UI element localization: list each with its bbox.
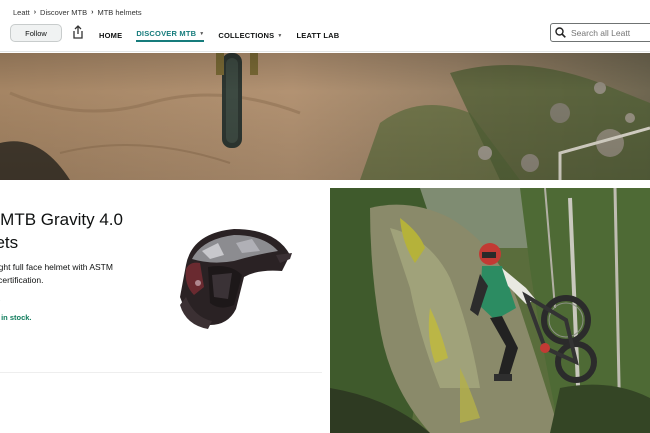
caret-down-icon: ▼ — [199, 30, 205, 37]
search-input[interactable] — [571, 27, 650, 38]
nav-discover-mtb[interactable]: DISCOVER MTB ▼ — [136, 29, 205, 42]
lower-content-card — [0, 373, 322, 433]
product-description-line-2: ll certification. — [0, 274, 44, 285]
breadcrumb-item-discover-mtb[interactable]: Discover MTB — [40, 8, 87, 17]
helmet-product-image[interactable] — [172, 225, 296, 335]
breadcrumb-item-leatt[interactable]: Leatt — [13, 8, 30, 17]
follow-button[interactable]: Follow — [10, 24, 62, 42]
breadcrumb: Leatt › Discover MTB › MTB helmets — [13, 8, 142, 17]
product-description: eight full face helmet with ASTM ll cert… — [0, 261, 142, 286]
chevron-right-icon: › — [33, 9, 37, 16]
share-icon[interactable] — [71, 24, 85, 40]
chevron-right-icon: › — [91, 9, 94, 16]
nav-leatt-lab[interactable]: LEATT LAB — [296, 29, 339, 42]
caret-down-icon: ▼ — [277, 32, 283, 39]
product-title[interactable]: tt MTB Gravity 4.0 nets — [0, 208, 156, 254]
nav-discover-mtb-label: DISCOVER MTB — [136, 29, 197, 38]
nav-home[interactable]: HOME — [99, 29, 122, 42]
product-description-line-1: eight full face helmet with ASTM — [0, 262, 113, 272]
nav-home-label: HOME — [99, 31, 123, 40]
nav-collections-label: COLLECTIONS — [218, 31, 275, 40]
search-box[interactable] — [550, 23, 650, 42]
product-title-line-1: tt MTB Gravity 4.0 — [0, 210, 123, 229]
breadcrumb-item-mtb-helmets[interactable]: MTB helmets — [97, 8, 141, 17]
nav-leatt-lab-label: LEATT LAB — [296, 31, 340, 40]
product-title-line-2: nets — [0, 233, 19, 252]
store-navigation-bar: Follow HOME DISCOVER MTB ▼ COLLECTIONS ▼… — [0, 20, 650, 52]
main-nav: HOME DISCOVER MTB ▼ COLLECTIONS ▼ LEATT … — [99, 29, 339, 42]
product-card[interactable]: tt MTB Gravity 4.0 nets eight full face … — [0, 188, 322, 367]
stock-status: ft in stock. — [0, 313, 32, 322]
nav-collections[interactable]: COLLECTIONS ▼ — [218, 29, 282, 42]
search-icon — [555, 27, 566, 38]
rider-action-photo — [330, 188, 650, 433]
hero-banner-image — [0, 53, 650, 180]
